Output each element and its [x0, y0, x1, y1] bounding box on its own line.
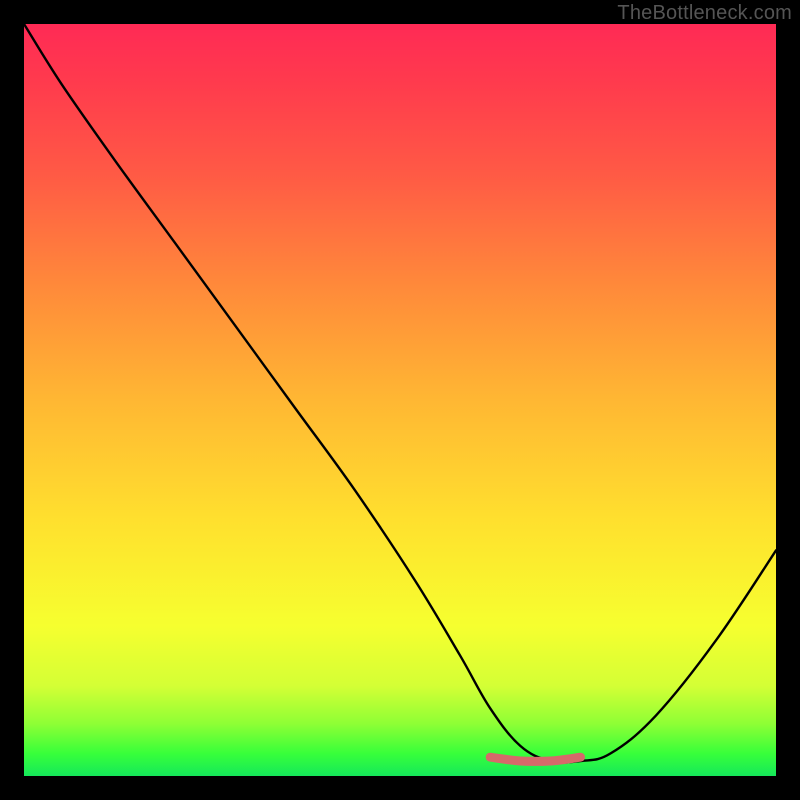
highlight-segment — [490, 757, 580, 761]
bottleneck-curve — [24, 24, 776, 763]
plot-area — [24, 24, 776, 776]
watermark-text: TheBottleneck.com — [617, 2, 792, 25]
curve-layer — [24, 24, 776, 776]
chart-frame: TheBottleneck.com — [0, 0, 800, 800]
